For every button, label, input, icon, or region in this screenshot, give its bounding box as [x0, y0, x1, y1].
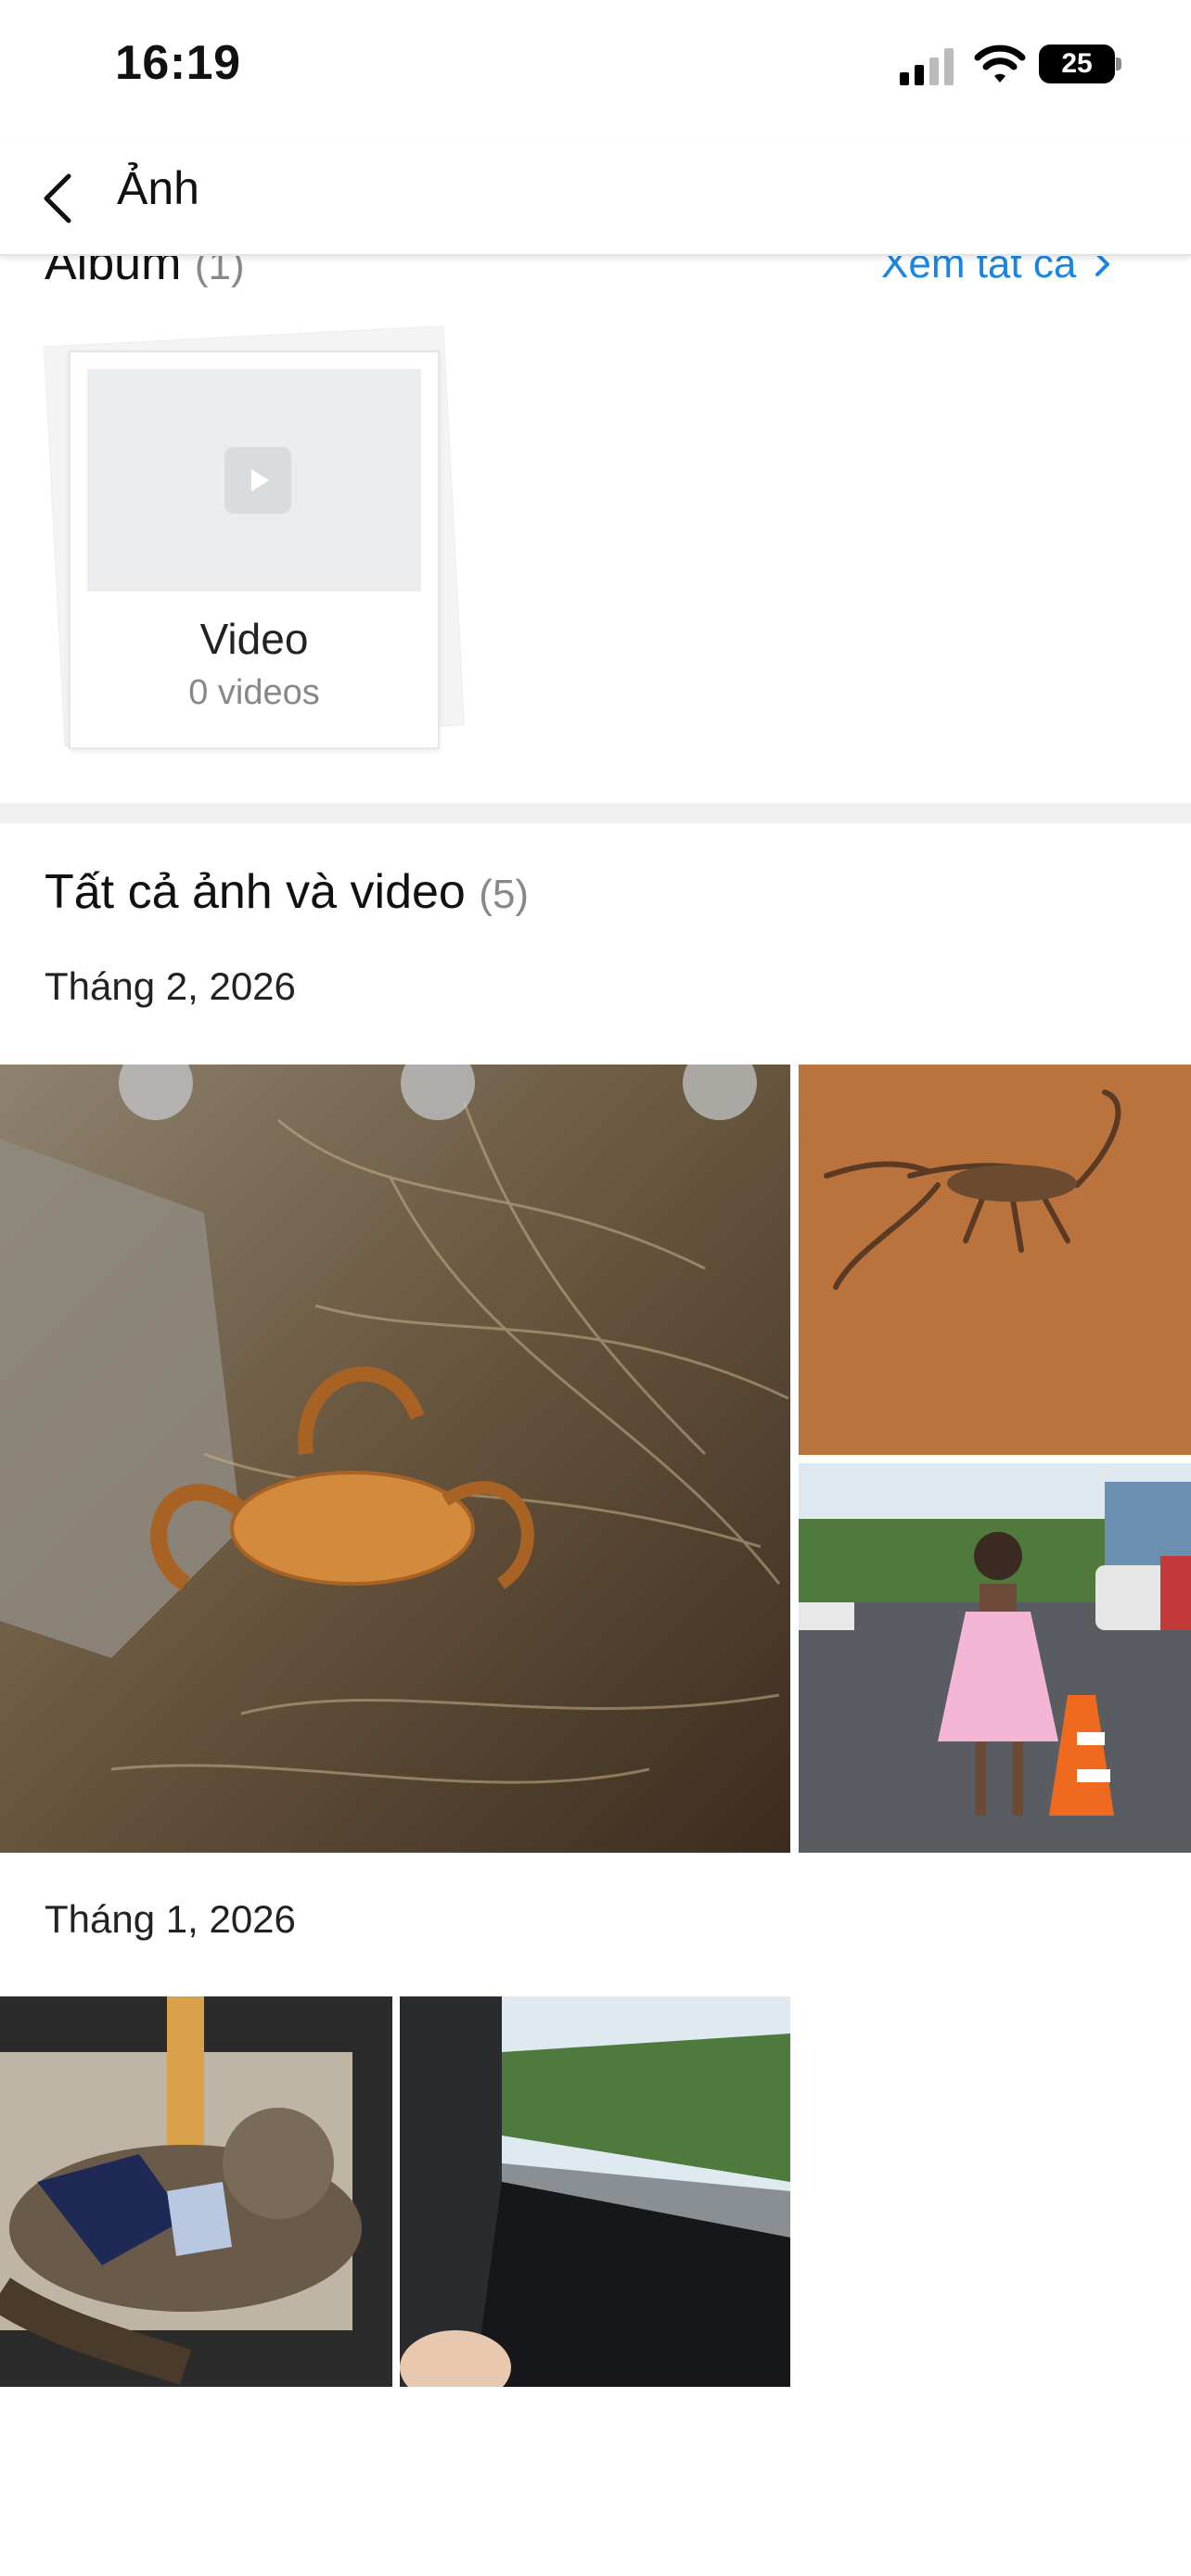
month-header: Tháng 2, 2026	[45, 964, 296, 1008]
battery-level: 25	[1061, 48, 1093, 79]
album-subtitle: 0 videos	[188, 673, 320, 712]
battery-icon: 25	[1039, 45, 1115, 83]
chevron-left-icon	[44, 173, 71, 223]
album-name: Video	[199, 615, 309, 663]
all-media-title-text: Tất cả ảnh và video	[45, 865, 466, 919]
page-title: Ảnh	[117, 162, 199, 214]
month-header: Tháng 1, 2026	[45, 1897, 296, 1941]
photo-thumbnail[interactable]	[0, 1065, 790, 1853]
photo-thumbnail[interactable]	[799, 1463, 1191, 1853]
wifi-icon	[974, 43, 1026, 85]
nav-header: Ảnh	[0, 141, 1191, 256]
photo-thumbnail[interactable]	[799, 1065, 1191, 1455]
back-button[interactable]	[33, 167, 89, 226]
photo-thumbnail[interactable]	[0, 1996, 392, 2387]
album-thumbnail	[87, 369, 421, 592]
battery-cap	[1116, 57, 1121, 70]
photo-thumbnail[interactable]	[400, 1996, 790, 2387]
all-media-count: (5)	[479, 872, 530, 917]
album-card-video[interactable]: Video 0 videos	[69, 351, 440, 749]
cellular-signal-icon	[900, 48, 957, 85]
play-icon	[224, 447, 291, 514]
all-media-title: Tất cả ảnh và video (5)	[45, 864, 529, 920]
section-divider	[0, 803, 1191, 823]
status-time: 16:19	[115, 36, 241, 90]
